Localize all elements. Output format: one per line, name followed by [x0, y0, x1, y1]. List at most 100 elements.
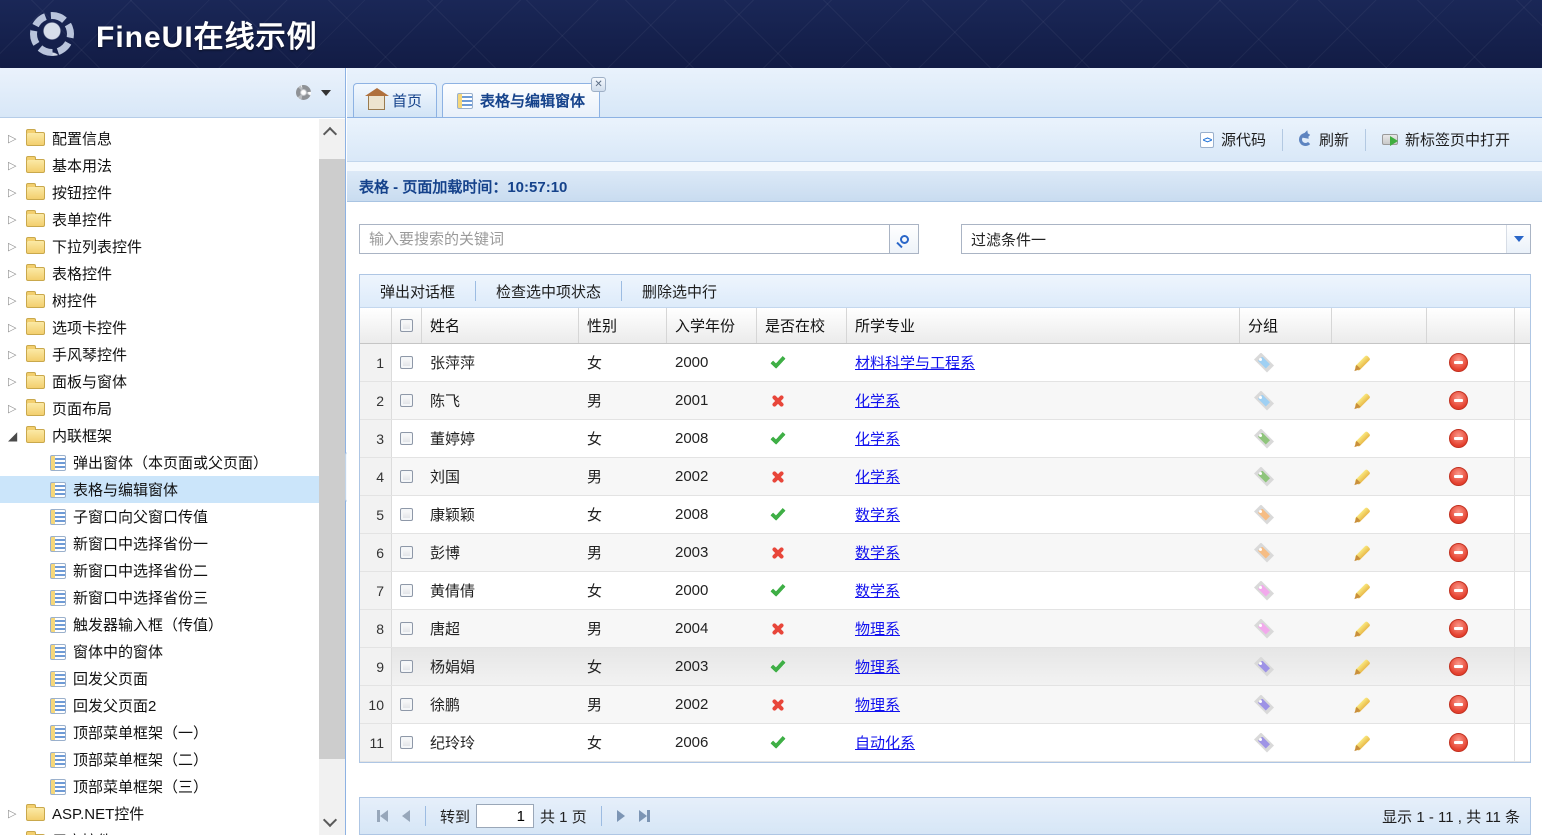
major-link[interactable]: 化学系: [855, 428, 900, 449]
major-link[interactable]: 化学系: [855, 466, 900, 487]
expand-arrow-icon[interactable]: ▷: [8, 375, 24, 388]
edit-pencil-icon[interactable]: [1354, 620, 1370, 636]
edit-pencil-icon[interactable]: [1354, 468, 1370, 484]
edit-pencil-icon[interactable]: [1354, 696, 1370, 712]
header-major[interactable]: 所学专业: [847, 308, 1240, 343]
sidebar-folder-item[interactable]: ▷ 面板与窗体: [0, 368, 319, 395]
expand-arrow-icon[interactable]: ▷: [8, 348, 24, 361]
major-link[interactable]: 物理系: [855, 694, 900, 715]
major-link[interactable]: 数学系: [855, 542, 900, 563]
sidebar-page-item[interactable]: 顶部菜单框架（三）: [0, 773, 319, 800]
tag-icon[interactable]: [1254, 581, 1274, 601]
tab-home[interactable]: 首页: [353, 83, 437, 117]
tag-icon[interactable]: [1254, 505, 1274, 525]
search-input[interactable]: [359, 224, 889, 254]
expand-arrow-icon[interactable]: ◢: [8, 429, 24, 443]
row-checkbox[interactable]: [400, 470, 413, 483]
delete-icon[interactable]: [1449, 733, 1468, 752]
sidebar-folder-item[interactable]: ▷ 页面布局: [0, 395, 319, 422]
tag-icon[interactable]: [1254, 543, 1274, 563]
check-selected-button[interactable]: 检查选中项状态: [476, 281, 621, 302]
edit-pencil-icon[interactable]: [1354, 392, 1370, 408]
sidebar-folder-item[interactable]: ▷ ASP.NET控件: [0, 800, 319, 827]
tag-icon[interactable]: [1254, 429, 1274, 449]
delete-icon[interactable]: [1449, 467, 1468, 486]
sidebar-scrollbar[interactable]: [319, 119, 345, 835]
row-checkbox[interactable]: [400, 698, 413, 711]
expand-arrow-icon[interactable]: ▷: [8, 132, 24, 145]
sidebar-folder-item[interactable]: ▷ 配置信息: [0, 125, 319, 152]
row-checkbox[interactable]: [400, 432, 413, 445]
sidebar-page-item[interactable]: 顶部菜单框架（二）: [0, 746, 319, 773]
sidebar-page-item[interactable]: 新窗口中选择省份三: [0, 584, 319, 611]
tag-icon[interactable]: [1254, 733, 1274, 753]
scrollbar-up-icon[interactable]: [323, 127, 337, 141]
expand-arrow-icon[interactable]: ▷: [8, 186, 24, 199]
scrollbar-down-icon[interactable]: [323, 813, 337, 827]
expand-arrow-icon[interactable]: ▷: [8, 213, 24, 226]
major-link[interactable]: 数学系: [855, 580, 900, 601]
filter-dropdown-button[interactable]: [1506, 225, 1530, 253]
filter-dropdown[interactable]: 过滤条件一: [961, 224, 1531, 254]
tag-icon[interactable]: [1254, 657, 1274, 677]
tab-close-icon[interactable]: ✕: [591, 77, 606, 92]
header-year[interactable]: 入学年份: [667, 308, 757, 343]
sidebar-folder-item[interactable]: ▷ 表格控件: [0, 260, 319, 287]
sidebar-folder-item[interactable]: ▷ 用户控件: [0, 827, 319, 835]
search-button[interactable]: [889, 224, 919, 254]
open-new-tab-button[interactable]: 新标签页中打开: [1366, 129, 1526, 150]
expand-arrow-icon[interactable]: ▷: [8, 267, 24, 280]
refresh-button[interactable]: 刷新: [1283, 129, 1365, 150]
row-checkbox[interactable]: [400, 584, 413, 597]
row-checkbox[interactable]: [400, 736, 413, 749]
sidebar-folder-item[interactable]: ▷ 基本用法: [0, 152, 319, 179]
row-checkbox[interactable]: [400, 394, 413, 407]
delete-icon[interactable]: [1449, 543, 1468, 562]
header-gender[interactable]: 性别: [579, 308, 667, 343]
prev-page-button[interactable]: [402, 810, 410, 822]
open-dialog-button[interactable]: 弹出对话框: [360, 281, 475, 302]
row-checkbox[interactable]: [400, 622, 413, 635]
sidebar-folder-item[interactable]: ▷ 下拉列表控件: [0, 233, 319, 260]
sidebar-page-item[interactable]: 弹出窗体（本页面或父页面）: [0, 449, 319, 476]
edit-pencil-icon[interactable]: [1354, 354, 1370, 370]
sidebar-folder-item[interactable]: ▷ 按钮控件: [0, 179, 319, 206]
row-checkbox[interactable]: [400, 546, 413, 559]
tag-icon[interactable]: [1254, 391, 1274, 411]
sidebar-folder-item[interactable]: ▷ 表单控件: [0, 206, 319, 233]
expand-arrow-icon[interactable]: ▷: [8, 294, 24, 307]
tag-icon[interactable]: [1254, 695, 1274, 715]
edit-pencil-icon[interactable]: [1354, 506, 1370, 522]
expand-arrow-icon[interactable]: ▷: [8, 159, 24, 172]
major-link[interactable]: 材料科学与工程系: [855, 352, 975, 373]
expand-arrow-icon[interactable]: ▷: [8, 807, 24, 820]
select-all-checkbox[interactable]: [400, 319, 413, 332]
major-link[interactable]: 数学系: [855, 504, 900, 525]
expand-arrow-icon[interactable]: ▷: [8, 402, 24, 415]
sidebar-page-item[interactable]: 回发父页面2: [0, 692, 319, 719]
edit-pencil-icon[interactable]: [1354, 430, 1370, 446]
delete-selected-button[interactable]: 删除选中行: [622, 281, 737, 302]
header-name[interactable]: 姓名: [422, 308, 579, 343]
edit-pencil-icon[interactable]: [1354, 734, 1370, 750]
delete-icon[interactable]: [1449, 429, 1468, 448]
major-link[interactable]: 化学系: [855, 390, 900, 411]
delete-icon[interactable]: [1449, 353, 1468, 372]
first-page-button[interactable]: [377, 810, 388, 822]
page-number-input[interactable]: [476, 804, 534, 828]
tag-icon[interactable]: [1254, 467, 1274, 487]
delete-icon[interactable]: [1449, 581, 1468, 600]
delete-icon[interactable]: [1449, 505, 1468, 524]
tag-icon[interactable]: [1254, 353, 1274, 373]
sidebar-page-item[interactable]: 子窗口向父窗口传值: [0, 503, 319, 530]
sidebar-folder-item[interactable]: ▷ 手风琴控件: [0, 341, 319, 368]
sidebar-page-item[interactable]: 表格与编辑窗体: [0, 476, 319, 503]
expand-arrow-icon[interactable]: ▷: [8, 240, 24, 253]
tag-icon[interactable]: [1254, 619, 1274, 639]
tab-grid-edit-window[interactable]: 表格与编辑窗体 ✕: [442, 83, 600, 117]
next-page-button[interactable]: [617, 810, 625, 822]
header-at-school[interactable]: 是否在校: [757, 308, 847, 343]
scrollbar-thumb[interactable]: [319, 159, 345, 759]
major-link[interactable]: 物理系: [855, 656, 900, 677]
row-checkbox[interactable]: [400, 660, 413, 673]
